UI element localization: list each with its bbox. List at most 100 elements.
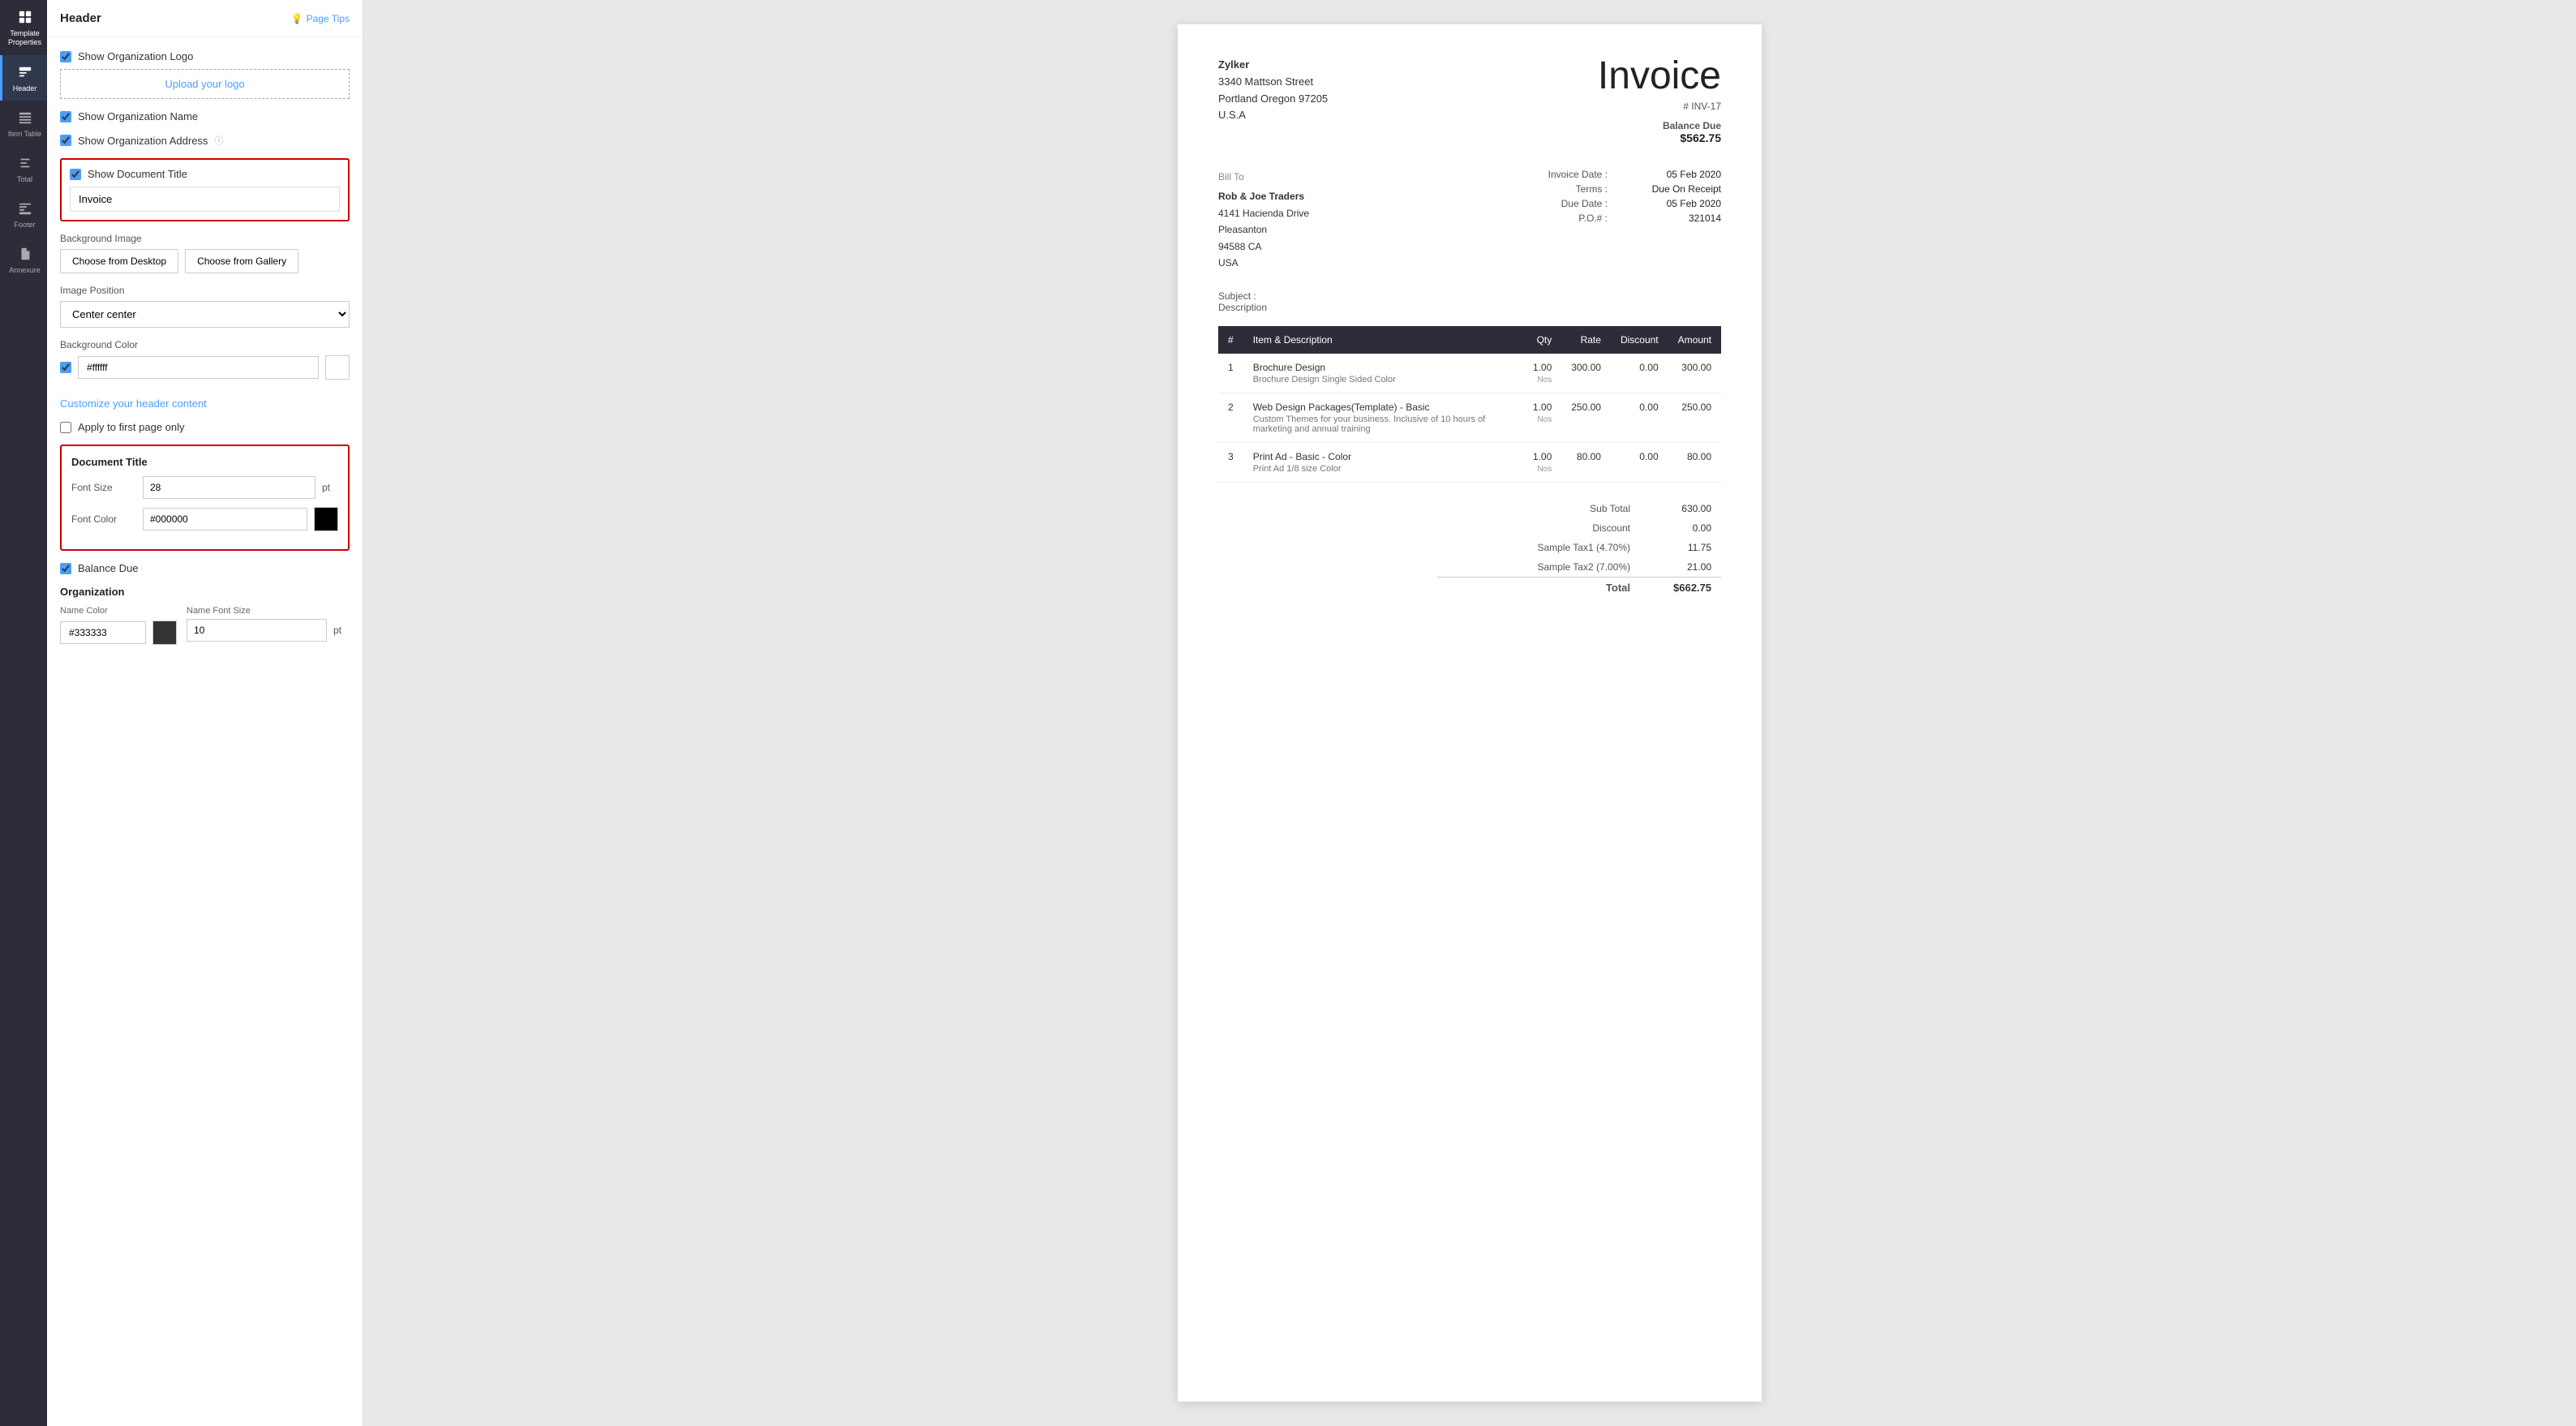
item-num: 2 [1218, 393, 1243, 443]
customize-header-button[interactable]: Customize your header content [60, 397, 207, 410]
org-section: Organization Name Color Name Font Size p… [60, 586, 350, 650]
sidebar-item-header[interactable]: Header [0, 55, 47, 101]
total-final-value: $662.75 [1663, 582, 1711, 594]
item-desc-cell: Web Design Packages(Template) - Basic Cu… [1243, 393, 1523, 443]
show-doc-title-label[interactable]: Show Document Title [70, 168, 340, 180]
bg-image-label: Background Image [60, 233, 350, 244]
sidebar-item-total[interactable]: Total [0, 146, 47, 191]
item-qty: 1.00Nos [1523, 393, 1561, 443]
sidebar-label-total: Total [17, 175, 32, 183]
client-address1: 4141 Hacienda Drive [1218, 205, 1309, 221]
item-rate: 300.00 [1561, 354, 1611, 393]
font-color-input[interactable] [143, 508, 307, 530]
item-amount: 250.00 [1668, 393, 1721, 443]
show-org-name-checkbox[interactable] [60, 111, 71, 122]
item-name: Web Design Packages(Template) - Basic [1253, 402, 1513, 413]
panel-header: Header 💡 Page Tips [47, 0, 363, 37]
item-discount: 0.00 [1611, 443, 1668, 483]
total-icon [16, 154, 34, 172]
col-item: Item & Description [1243, 326, 1523, 354]
choose-desktop-button[interactable]: Choose from Desktop [60, 249, 178, 273]
bill-to-label: Bill To [1218, 169, 1309, 185]
invoice-table: # Item & Description Qty Rate Discount A… [1218, 326, 1721, 483]
show-org-name-group: Show Organization Name [60, 110, 350, 122]
sidebar-label-annexure: Annexure [9, 266, 41, 274]
sidebar-item-template-properties[interactable]: Template Properties [0, 0, 47, 55]
bg-color-row [60, 355, 350, 380]
table-row: 3 Print Ad - Basic - Color Print Ad 1/8 … [1218, 443, 1721, 483]
meta-key-1: Terms : [1526, 183, 1608, 195]
image-position-select[interactable]: Center center [60, 301, 350, 328]
show-org-logo-label[interactable]: Show Organization Logo [60, 50, 350, 62]
subtotal-value: 630.00 [1663, 503, 1711, 514]
total-row-discount: Discount 0.00 [1437, 518, 1721, 538]
doc-title-input[interactable] [70, 187, 340, 212]
company-address1: 3340 Mattson Street [1218, 74, 1328, 91]
description-label: Description [1218, 302, 1721, 313]
footer-icon [16, 200, 34, 217]
total-row-tax2: Sample Tax2 (7.00%) 21.00 [1437, 557, 1721, 577]
show-org-name-label[interactable]: Show Organization Name [60, 110, 350, 122]
header-icon [16, 63, 34, 81]
show-org-logo-checkbox[interactable] [60, 51, 71, 62]
subject-section: Subject : Description [1218, 290, 1721, 313]
invoice-page: Zylker 3340 Mattson Street Portland Oreg… [1178, 24, 1762, 1402]
tax1-label: Sample Tax1 (4.70%) [1537, 542, 1630, 553]
image-position-group: Image Position Center center [60, 285, 350, 328]
invoice-header: Zylker 3340 Mattson Street Portland Oreg… [1218, 57, 1721, 144]
meta-row-2: Due Date : 05 Feb 2020 [1526, 198, 1721, 209]
name-color-input[interactable] [60, 621, 146, 644]
apply-first-page-checkbox[interactable] [60, 422, 71, 433]
bg-color-input[interactable] [78, 356, 319, 379]
total-row-subtotal: Sub Total 630.00 [1437, 499, 1721, 518]
item-amount: 80.00 [1668, 443, 1721, 483]
balance-due-checkbox[interactable] [60, 563, 71, 574]
item-rate: 80.00 [1561, 443, 1611, 483]
show-org-address-label[interactable]: Show Organization Address ⓘ [60, 134, 350, 147]
sidebar-item-annexure[interactable]: Annexure [0, 237, 47, 282]
name-font-size-label: Name Font Size [187, 606, 350, 616]
show-doc-title-checkbox[interactable] [70, 169, 81, 180]
page-tips-link[interactable]: 💡 Page Tips [291, 13, 350, 24]
show-org-address-group: Show Organization Address ⓘ [60, 134, 350, 147]
item-description: Print Ad 1/8 size Color [1253, 464, 1513, 474]
sidebar-item-item-table[interactable]: Item Table [0, 101, 47, 146]
name-color-swatch[interactable] [152, 621, 177, 645]
item-table-icon [16, 109, 34, 127]
name-color-group: Name Color [60, 606, 177, 650]
tax2-value: 21.00 [1663, 561, 1711, 573]
item-desc-cell: Print Ad - Basic - Color Print Ad 1/8 si… [1243, 443, 1523, 483]
font-color-swatch[interactable] [314, 507, 338, 531]
item-num: 3 [1218, 443, 1243, 483]
balance-due-label: Balance Due [78, 562, 138, 574]
invoice-number: # INV-17 [1598, 101, 1721, 112]
bg-color-checkbox[interactable] [60, 362, 71, 373]
upload-logo-button[interactable]: Upload your logo [60, 69, 350, 99]
totals-section: Sub Total 630.00 Discount 0.00 Sample Ta… [1218, 499, 1721, 598]
name-color-row [60, 621, 177, 645]
item-description: Brochure Design Single Sided Color [1253, 375, 1513, 384]
settings-panel: Header 💡 Page Tips Show Organization Log… [47, 0, 363, 1426]
item-rate: 250.00 [1561, 393, 1611, 443]
meta-val-0: 05 Feb 2020 [1624, 169, 1721, 180]
apply-first-page-label[interactable]: Apply to first page only [60, 421, 350, 433]
company-info: Zylker 3340 Mattson Street Portland Oreg… [1218, 57, 1328, 124]
sidebar-item-footer[interactable]: Footer [0, 191, 47, 237]
font-size-row: Font Size pt [71, 476, 338, 499]
font-size-input[interactable] [143, 476, 316, 499]
name-font-size-unit: pt [333, 625, 350, 636]
client-city: Pleasanton [1218, 221, 1309, 238]
font-size-unit: pt [322, 482, 338, 493]
company-name: Zylker [1218, 57, 1328, 74]
table-row: 1 Brochure Design Brochure Design Single… [1218, 354, 1721, 393]
sidebar-label-footer: Footer [14, 221, 35, 229]
meta-val-1: Due On Receipt [1624, 183, 1721, 195]
name-font-size-input[interactable] [187, 619, 327, 642]
bg-color-swatch[interactable] [325, 355, 350, 380]
show-org-address-checkbox[interactable] [60, 135, 71, 146]
doc-title-card-heading: Document Title [71, 456, 338, 468]
subject-label: Subject : [1218, 290, 1721, 302]
item-name: Print Ad - Basic - Color [1253, 451, 1513, 462]
choose-gallery-button[interactable]: Choose from Gallery [185, 249, 298, 273]
item-amount: 300.00 [1668, 354, 1721, 393]
